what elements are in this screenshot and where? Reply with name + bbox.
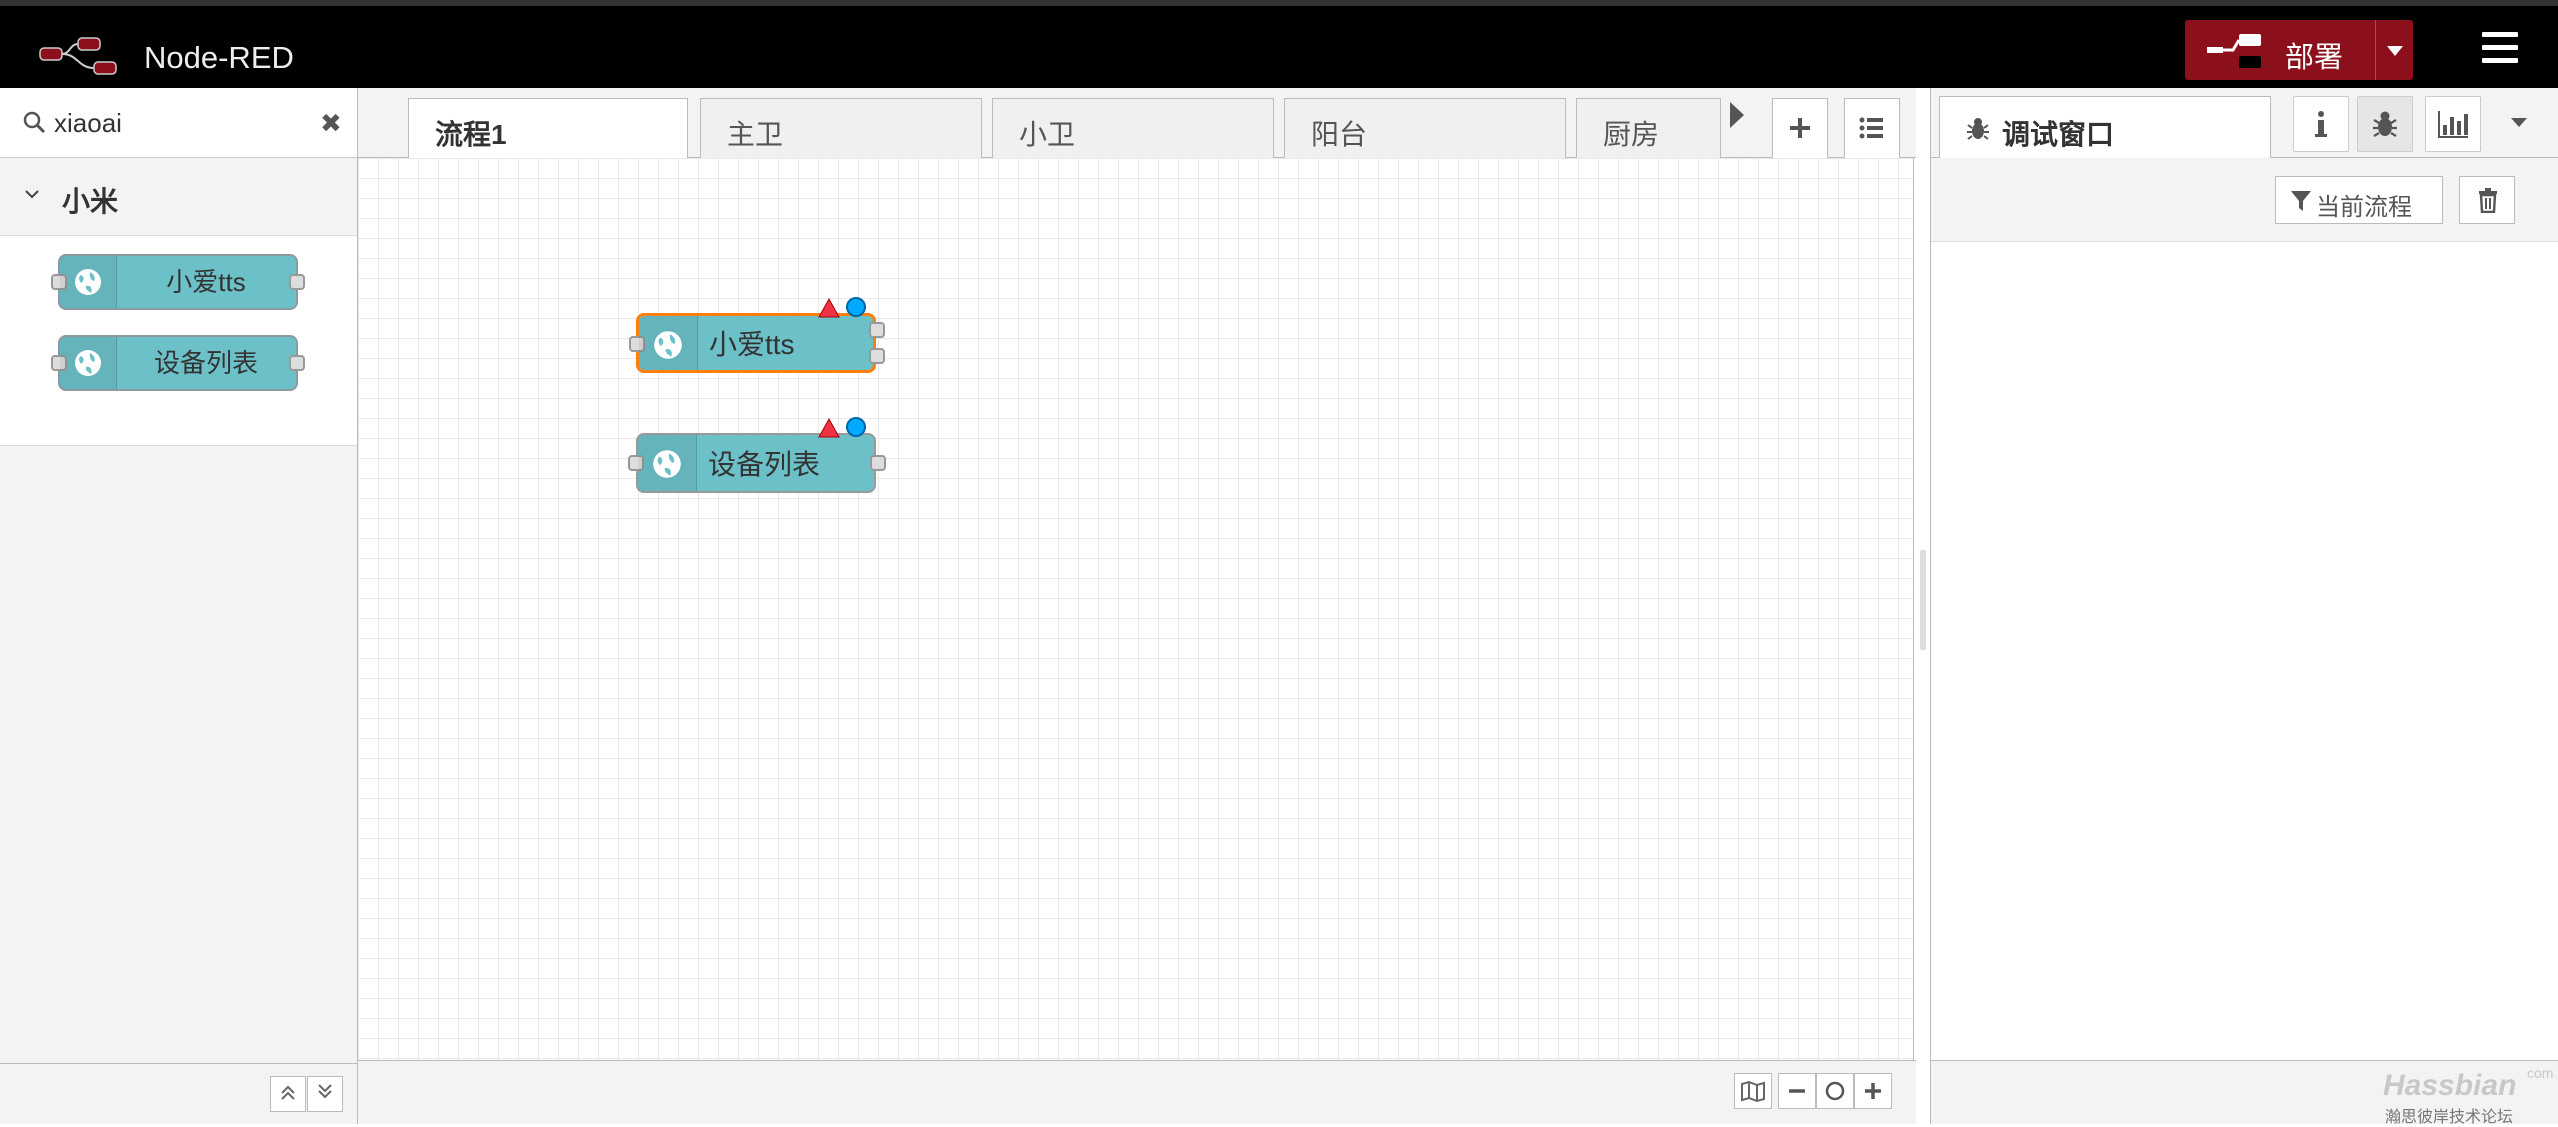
workspace-tabs: 流程1 主卫 小卫 阳台 厨房 <box>358 88 1916 159</box>
expand-all-button[interactable] <box>307 1076 343 1112</box>
info-tab-button[interactable] <box>2293 96 2349 152</box>
palette-node[interactable]: 小爱tts <box>51 254 305 310</box>
changed-indicator <box>846 297 866 317</box>
palette-footer <box>0 1063 357 1124</box>
clear-search-icon[interactable]: ✖ <box>320 108 342 139</box>
tab-flow-1[interactable]: 流程1 <box>408 98 688 159</box>
watermark-suffix: com <box>2527 1065 2554 1081</box>
palette-node-label: 设备列表 <box>153 348 258 378</box>
debug-toolbar: 当前流程 <box>1931 158 2558 242</box>
caret-down-icon <box>2387 46 2403 56</box>
workspace: 流程1 主卫 小卫 阳台 厨房 小爱tts 设备列表 <box>358 88 1916 1124</box>
output-port[interactable] <box>869 322 885 338</box>
output-port[interactable] <box>870 455 886 471</box>
tab-flow-3[interactable]: 小卫 <box>992 98 1274 158</box>
sidebar-tab-label: 调试窗口 <box>2002 119 2115 150</box>
output-port <box>289 355 305 371</box>
palette-category-header[interactable]: 小米 <box>0 158 357 236</box>
double-chevron-down-icon <box>318 1084 332 1099</box>
tab-label: 流程1 <box>435 119 507 150</box>
globe-icon <box>654 331 682 359</box>
flow-node-label: 小爱tts <box>709 329 795 360</box>
warning-icon <box>818 298 840 318</box>
output-port[interactable] <box>869 348 885 364</box>
deploy-button[interactable]: 部署 <box>2185 20 2413 80</box>
deploy-label: 部署 <box>2285 42 2344 74</box>
category-label: 小米 <box>62 186 119 217</box>
menu-bar <box>2482 58 2518 63</box>
sidebar-resize-handle[interactable] <box>1920 550 1926 650</box>
sidebar: 调试窗口 当前流程 Hassbian com 瀚思彼岸技术论坛 <box>1930 88 2558 1126</box>
tab-label: 小卫 <box>1019 119 1076 150</box>
watermark-subtitle: 瀚思彼岸技术论坛 <box>2385 1109 2514 1126</box>
tab-flow-2[interactable]: 主卫 <box>700 98 982 158</box>
tab-flow-5[interactable]: 厨房 <box>1576 98 1721 158</box>
output-port <box>289 274 305 290</box>
search-icon <box>23 111 46 134</box>
palette-node[interactable]: 设备列表 <box>51 335 305 391</box>
bug-icon <box>2373 111 2397 137</box>
debug-tab-button[interactable] <box>2357 96 2413 152</box>
main-menu-button[interactable] <box>2470 32 2530 72</box>
node-red-logo-icon <box>39 37 117 75</box>
palette-node-label: 小爱tts <box>166 267 246 297</box>
zoom-in-button[interactable] <box>1854 1073 1892 1109</box>
workspace-footer <box>358 1060 1916 1124</box>
scroll-right-icon[interactable] <box>1730 102 1744 128</box>
list-icon <box>1859 117 1883 139</box>
filter-button[interactable]: 当前流程 <box>2275 176 2443 224</box>
circle-icon <box>1825 1081 1845 1101</box>
map-icon <box>1741 1080 1765 1103</box>
warning-icon <box>818 418 840 438</box>
collapse-all-button[interactable] <box>270 1076 306 1112</box>
app-title: Node-RED <box>144 40 294 75</box>
filter-icon <box>2291 191 2311 211</box>
watermark: Hassbian com 瀚思彼岸技术论坛 <box>2383 1065 2553 1126</box>
globe-icon <box>75 350 101 376</box>
navigator-button[interactable] <box>1734 1073 1772 1109</box>
chevron-down-icon <box>25 190 39 199</box>
menu-bar <box>2482 45 2518 50</box>
flow-node[interactable]: 小爱tts <box>629 313 885 373</box>
globe-icon <box>653 450 681 478</box>
flow-node-label: 设备列表 <box>708 449 821 480</box>
list-flows-button[interactable] <box>1844 98 1900 158</box>
tab-label: 厨房 <box>1603 119 1660 150</box>
header: Node-RED 部署 <box>0 0 2558 88</box>
zoom-out-button[interactable] <box>1778 1073 1816 1109</box>
dashboard-tab-button[interactable] <box>2425 96 2481 152</box>
chart-icon <box>2438 111 2468 138</box>
palette-search: ✖ <box>0 88 357 158</box>
zoom-reset-button[interactable] <box>1816 1073 1854 1109</box>
search-input[interactable] <box>52 102 316 144</box>
tab-flow-4[interactable]: 阳台 <box>1284 98 1566 158</box>
double-chevron-up-icon <box>281 1085 295 1100</box>
plus-icon <box>1790 118 1810 138</box>
tab-label: 主卫 <box>727 119 784 150</box>
minus-icon <box>1789 1089 1805 1093</box>
palette: ✖ 小米 小爱tts <box>0 88 358 1124</box>
add-flow-button[interactable] <box>1772 98 1828 158</box>
deploy-icon <box>2207 34 2261 68</box>
sidebar-footer: Hassbian com 瀚思彼岸技术论坛 <box>1931 1060 2558 1126</box>
filter-label: 当前流程 <box>2316 194 2412 221</box>
globe-icon <box>75 269 101 295</box>
palette-category-body: 小爱tts 设备列表 <box>0 236 357 446</box>
sidebar-tabs: 调试窗口 <box>1931 88 2558 159</box>
flow-canvas[interactable]: 小爱tts 设备列表 <box>358 158 1914 1060</box>
menu-bar <box>2482 32 2518 37</box>
flow-node[interactable]: 设备列表 <box>628 433 886 493</box>
trash-icon <box>2479 188 2497 213</box>
tab-label: 阳台 <box>1311 119 1368 150</box>
info-icon <box>2315 111 2327 137</box>
clear-messages-button[interactable] <box>2459 176 2515 224</box>
deploy-menu-button[interactable] <box>2375 20 2414 80</box>
changed-indicator <box>846 417 866 437</box>
tab-debug[interactable]: 调试窗口 <box>1939 96 2271 159</box>
sidebar-menu-caret-icon[interactable] <box>2511 118 2527 127</box>
plus-icon <box>1865 1083 1881 1099</box>
bug-icon <box>1967 118 1989 140</box>
watermark-title: Hassbian <box>2383 1069 2517 1102</box>
